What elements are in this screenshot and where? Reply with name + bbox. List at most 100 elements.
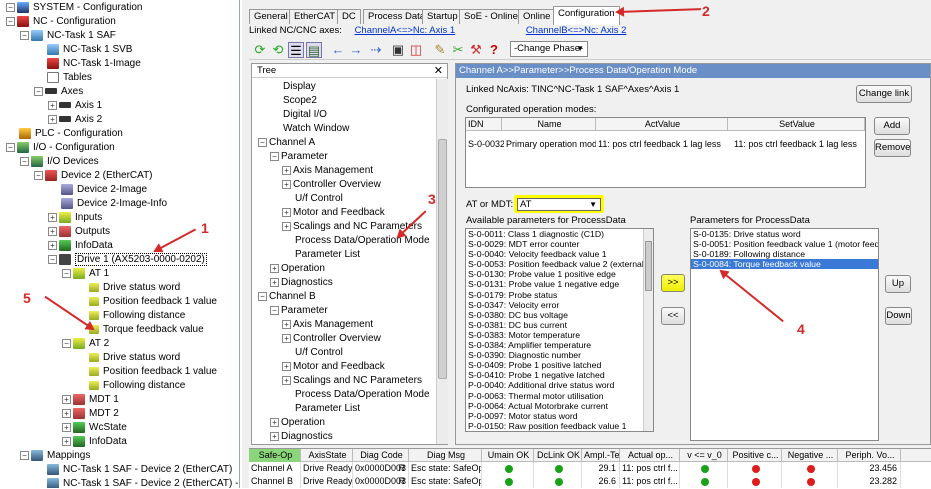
collapse-icon[interactable]: −: [258, 291, 267, 301]
list-item[interactable]: S-0-0383: Motor temperature: [466, 330, 653, 340]
tree-node[interactable]: NC-Task 1 SVB: [34, 43, 132, 57]
expand-icon[interactable]: +: [62, 394, 71, 404]
reload-icon[interactable]: ⟲: [270, 42, 286, 58]
tree-node[interactable]: + MDT 2: [62, 407, 119, 421]
list-item[interactable]: S-0-0380: DC bus voltage: [466, 310, 653, 320]
tree-item[interactable]: + Operation: [270, 262, 325, 276]
tree-node[interactable]: Tables: [34, 71, 92, 85]
help-icon[interactable]: ?: [486, 42, 502, 58]
at-or-mdt-select[interactable]: AT ▼: [517, 198, 601, 211]
tree-scrollbar[interactable]: [436, 79, 448, 444]
scrollbar-thumb[interactable]: [438, 139, 447, 379]
status-col[interactable]: Diag Code: [353, 449, 409, 462]
status-col[interactable]: DcLink OK: [534, 449, 582, 462]
tree-item[interactable]: + Diagnostics: [270, 276, 333, 290]
channel-b-link[interactable]: ChannelB<=>Nc: Axis 2: [526, 25, 627, 36]
change-phase-dropdown[interactable]: -Change Phase- ▼: [510, 41, 588, 57]
up-button[interactable]: Up: [885, 275, 911, 293]
add-to-processdata-button[interactable]: >>: [661, 274, 685, 292]
available-scrollbar[interactable]: [643, 229, 653, 431]
list-item[interactable]: S-0-0409: Probe 1 positive latched: [466, 360, 653, 370]
processdata-params-list[interactable]: S-0-0135: Drive status word S-0-0051: Pos…: [690, 228, 879, 441]
status-col[interactable]: Positive c...: [728, 449, 782, 462]
status-row[interactable]: Channel A Drive Ready 0x0000D003 R Esc state…: [249, 462, 931, 475]
tab-soe-online[interactable]: SoE - Online: [459, 9, 523, 24]
tree-item[interactable]: − Parameter: [270, 150, 328, 164]
scrollbar-thumb[interactable]: [645, 241, 652, 291]
tree-item[interactable]: Parameter List: [282, 402, 360, 416]
table-row[interactable]: S-0-0032 Primary operation mode 11: pos …: [466, 138, 865, 151]
collapse-icon[interactable]: −: [48, 254, 57, 264]
collapse-icon[interactable]: −: [270, 305, 279, 315]
expand-icon[interactable]: +: [270, 417, 279, 427]
tree-node[interactable]: − I/O - Configuration: [6, 141, 115, 155]
tree-item[interactable]: Digital I/O: [270, 108, 327, 122]
expand-icon[interactable]: +: [270, 431, 279, 441]
tree-item[interactable]: + Scalings and NC Parameters: [282, 374, 422, 388]
expand-icon[interactable]: +: [282, 375, 291, 385]
remove-from-processdata-button[interactable]: <<: [661, 307, 685, 325]
expand-icon[interactable]: +: [48, 100, 57, 110]
scope-icon[interactable]: ◫: [408, 42, 424, 58]
collapse-icon[interactable]: −: [20, 30, 29, 40]
expand-icon[interactable]: +: [270, 277, 279, 287]
tree-item[interactable]: − Parameter: [270, 304, 328, 318]
tree-node[interactable]: − AT 1: [62, 267, 109, 281]
channel-a-link[interactable]: ChannelA<=>Nc: Axis 1: [355, 25, 456, 36]
refresh-icon[interactable]: ⟳: [252, 42, 268, 58]
expand-icon[interactable]: +: [282, 333, 291, 343]
down-button[interactable]: Down: [885, 307, 912, 325]
collapse-icon[interactable]: −: [62, 338, 71, 348]
list-item[interactable]: S-0-0189: Following distance: [691, 249, 878, 259]
tree-node[interactable]: − SYSTEM - Configuration: [6, 1, 143, 15]
tree-item[interactable]: + Axis Management: [282, 318, 373, 332]
tab-process-data[interactable]: Process Data: [363, 9, 431, 24]
list-item[interactable]: P-0-0064: Actual Motorbrake current: [466, 401, 653, 411]
forward-arrow-icon[interactable]: →: [348, 42, 364, 58]
expand-icon[interactable]: +: [270, 263, 279, 273]
expand-icon[interactable]: +: [282, 179, 291, 189]
collapse-icon[interactable]: −: [20, 450, 29, 460]
tree-item[interactable]: + Operation: [270, 416, 325, 430]
collapse-icon[interactable]: −: [270, 151, 279, 161]
collapse-icon[interactable]: −: [62, 268, 71, 278]
tab-startup[interactable]: Startup: [422, 9, 463, 24]
tree-item[interactable]: + Motor and Feedback: [282, 206, 385, 220]
tree-item[interactable]: U/f Control: [282, 346, 343, 360]
collapse-icon[interactable]: −: [6, 142, 15, 152]
remove-button[interactable]: Remove: [874, 139, 911, 157]
list-item[interactable]: P-0-0150: Raw position feedback value 1: [466, 421, 653, 431]
expand-icon[interactable]: +: [62, 422, 71, 432]
list-item[interactable]: S-0-0384: Amplifier temperature: [466, 340, 653, 350]
tree-item[interactable]: + Controller Overview: [282, 178, 381, 192]
tree-item[interactable]: Process Data/Operation Mode: [282, 234, 430, 248]
expand-icon[interactable]: +: [48, 212, 57, 222]
expand-icon[interactable]: +: [62, 408, 71, 418]
collapse-icon[interactable]: −: [258, 137, 267, 147]
expand-icon[interactable]: +: [48, 226, 57, 236]
status-col[interactable]: Negative ...: [782, 449, 838, 462]
expand-icon[interactable]: +: [282, 207, 291, 217]
tree-item[interactable]: Process Data/Operation Mode: [282, 388, 430, 402]
collapse-icon[interactable]: −: [6, 2, 15, 12]
tree-node[interactable]: Drive status word: [76, 281, 180, 295]
list-item[interactable]: S-0-0131: Probe value 1 negative edge: [466, 279, 653, 289]
list-item[interactable]: S-0-0130: Probe value 1 positive edge: [466, 269, 653, 279]
list-item[interactable]: S-0-0390: Diagnostic number: [466, 350, 653, 360]
status-col[interactable]: Periph. Vo...: [838, 449, 901, 462]
list-item[interactable]: P-0-0097: Motor status word: [466, 411, 653, 421]
tree-node[interactable]: − NC - Configuration: [6, 15, 116, 29]
tree-item[interactable]: Watch Window: [270, 122, 349, 136]
list-item[interactable]: S-0-0381: DC bus current: [466, 320, 653, 330]
available-params-list[interactable]: S-0-0011: Class 1 diagnostic (C1D) S-0-00…: [465, 228, 654, 432]
settings-icon[interactable]: ⚒: [468, 42, 484, 58]
status-row[interactable]: Channel B Drive Ready 0x0000D003 R Esc state…: [249, 475, 931, 488]
tree-node[interactable]: Device 2-Image-Info: [48, 197, 167, 211]
tree-node[interactable]: + WcState: [62, 421, 127, 435]
back-arrow-icon[interactable]: ←: [330, 42, 346, 58]
expand-icon[interactable]: +: [48, 240, 57, 250]
status-col[interactable]: v <= v_0: [680, 449, 728, 462]
collapse-icon[interactable]: −: [34, 170, 43, 180]
list-item[interactable]: S-0-0410: Probe 1 negative latched: [466, 370, 653, 380]
tree-node[interactable]: Position feedback 1 value: [76, 365, 217, 379]
